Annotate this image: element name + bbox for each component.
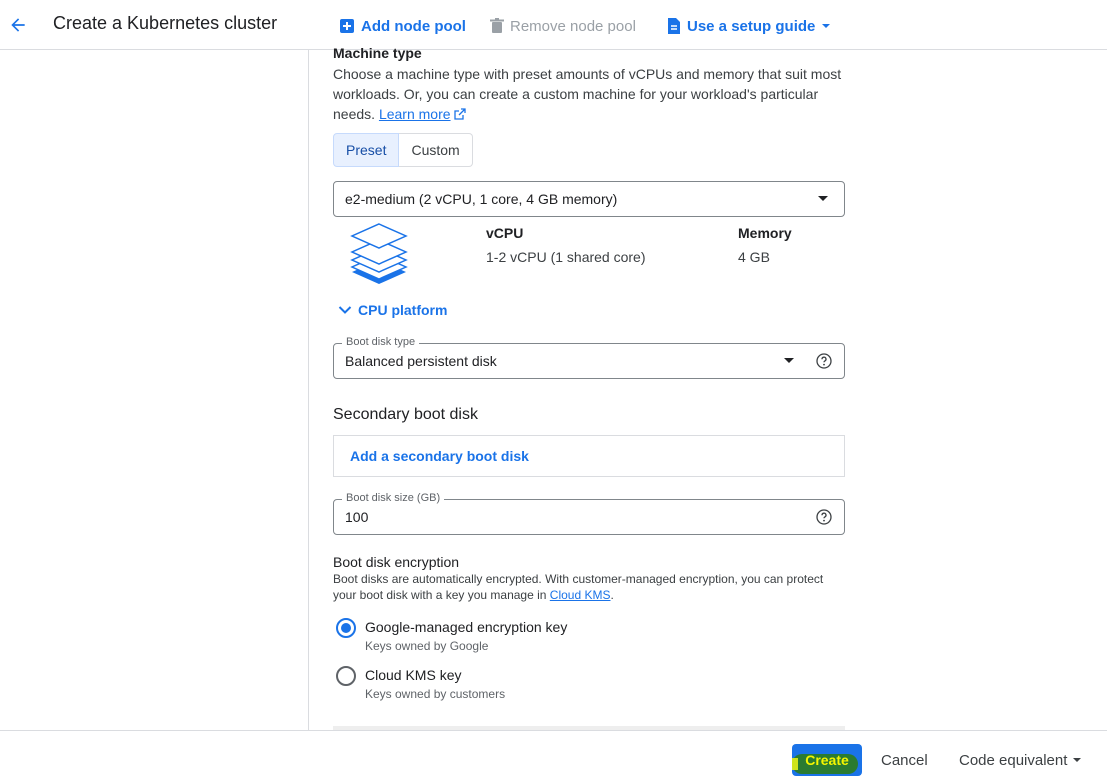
boot-disk-size-field[interactable]: Boot disk size (GB) 100 bbox=[333, 492, 845, 535]
radio-sublabel: Keys owned by customers bbox=[365, 687, 506, 701]
create-label: Create bbox=[805, 752, 849, 768]
add-secondary-boot-disk-button[interactable]: Add a secondary boot disk bbox=[333, 435, 845, 477]
radio-label: Google-managed encryption key bbox=[365, 619, 568, 635]
external-link-icon bbox=[454, 108, 467, 120]
add-node-pool-button[interactable]: Add node pool bbox=[339, 15, 466, 37]
highlight-mark bbox=[792, 758, 798, 770]
chevron-down-icon bbox=[338, 306, 352, 314]
memory-header: Memory bbox=[738, 225, 792, 241]
dropdown-arrow-icon bbox=[784, 358, 794, 363]
left-panel-divider bbox=[308, 50, 309, 730]
setup-guide-button[interactable]: Use a setup guide bbox=[667, 15, 831, 37]
boot-disk-size-value: 100 bbox=[345, 509, 369, 525]
memory-value: 4 GB bbox=[738, 249, 770, 265]
document-icon bbox=[668, 18, 680, 34]
vcpu-value: 1-2 vCPU (1 shared core) bbox=[486, 249, 646, 265]
code-equivalent-label: Code equivalent bbox=[959, 751, 1068, 769]
cpu-platform-expander[interactable]: CPU platform bbox=[338, 302, 447, 318]
radio-button-unchecked[interactable] bbox=[336, 666, 356, 686]
caret-down-icon bbox=[822, 24, 831, 28]
setup-guide-label: Use a setup guide bbox=[687, 17, 816, 35]
top-bar: Create a Kubernetes cluster Add node poo… bbox=[0, 0, 1107, 50]
trash-icon bbox=[490, 18, 504, 33]
add-node-pool-label: Add node pool bbox=[361, 17, 466, 35]
machine-type-select[interactable]: e2-medium (2 vCPU, 1 core, 4 GB memory) bbox=[333, 181, 845, 217]
machine-type-value: e2-medium (2 vCPU, 1 core, 4 GB memory) bbox=[345, 191, 618, 207]
page-title: Create a Kubernetes cluster bbox=[53, 13, 278, 33]
boot-disk-type-value: Balanced persistent disk bbox=[345, 353, 497, 369]
cancel-button[interactable]: Cancel bbox=[872, 744, 937, 776]
help-icon[interactable] bbox=[816, 509, 832, 525]
remove-node-pool-label: Remove node pool bbox=[510, 17, 636, 35]
boot-disk-type-select[interactable]: Boot disk type Balanced persistent disk bbox=[333, 336, 845, 379]
layers-icon bbox=[350, 223, 408, 284]
caret-down-icon bbox=[1073, 758, 1082, 762]
tab-preset[interactable]: Preset bbox=[333, 133, 400, 167]
boot-disk-size-label: Boot disk size (GB) bbox=[342, 492, 445, 504]
dropdown-arrow-icon bbox=[818, 196, 828, 201]
vcpu-header: vCPU bbox=[486, 225, 524, 241]
machine-config-toggle: Preset Custom bbox=[333, 133, 473, 167]
vcpu-spec: vCPU 1-2 vCPU (1 shared core) bbox=[486, 225, 646, 265]
footer-action-bar: Create Cancel Code equivalent bbox=[0, 730, 1107, 776]
memory-spec: Memory 4 GB bbox=[738, 225, 792, 265]
secondary-boot-disk-heading: Secondary boot disk bbox=[333, 406, 478, 423]
code-equivalent-button[interactable]: Code equivalent bbox=[950, 744, 1090, 776]
boot-disk-type-label: Boot disk type bbox=[342, 336, 420, 348]
radio-sublabel: Keys owned by Google bbox=[365, 639, 489, 653]
create-button[interactable]: Create bbox=[792, 744, 862, 776]
remove-node-pool-button[interactable]: Remove node pool bbox=[490, 15, 636, 37]
boot-disk-encryption-description: Boot disks are automatically encrypted. … bbox=[333, 571, 833, 603]
help-icon[interactable] bbox=[816, 353, 832, 369]
encryption-desc-suffix: . bbox=[610, 588, 614, 602]
radio-google-managed[interactable]: Google-managed encryption key Keys owned… bbox=[336, 618, 567, 653]
add-box-icon bbox=[340, 19, 354, 33]
machine-type-description: Choose a machine type with preset amount… bbox=[333, 64, 853, 124]
learn-more-label: Learn more bbox=[378, 106, 451, 122]
radio-cloud-kms[interactable]: Cloud KMS key Keys owned by customers bbox=[336, 666, 505, 701]
cloud-kms-link[interactable]: Cloud KMS bbox=[550, 588, 611, 602]
machine-type-heading: Machine type bbox=[333, 45, 422, 61]
cpu-platform-label: CPU platform bbox=[358, 302, 448, 318]
learn-more-link[interactable]: Learn more bbox=[379, 106, 451, 122]
radio-button-checked[interactable] bbox=[336, 618, 356, 638]
tab-custom[interactable]: Custom bbox=[399, 133, 473, 167]
back-arrow-icon[interactable] bbox=[6, 13, 30, 37]
boot-disk-encryption-heading: Boot disk encryption bbox=[333, 554, 460, 570]
radio-label: Cloud KMS key bbox=[365, 667, 462, 683]
